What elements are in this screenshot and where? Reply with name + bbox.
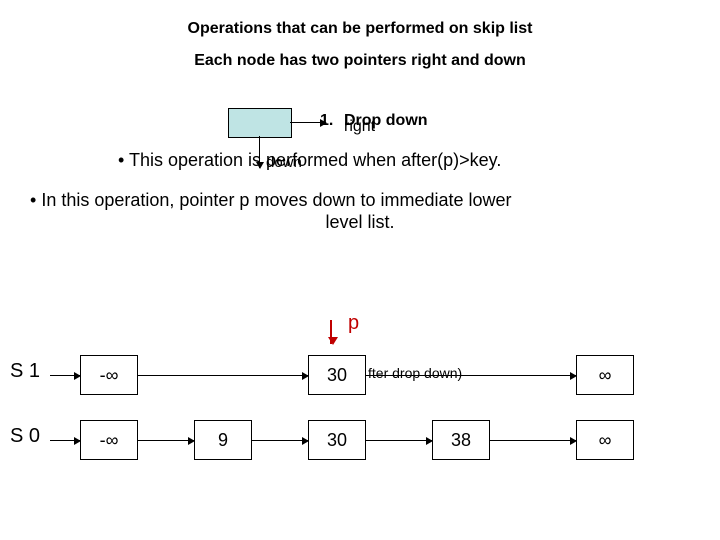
node-s1-30: 30 <box>308 355 366 395</box>
link-s1-neginf-30 <box>138 375 308 376</box>
pointer-demo-box <box>228 108 292 138</box>
link-s1-30-posinf <box>366 375 576 376</box>
node-s0-neginf: -∞ <box>80 420 138 460</box>
link-s0-to-neginf <box>50 440 80 441</box>
after-drop-down-note: fter drop down) <box>368 365 462 381</box>
bullet-2-line2: level list. <box>0 212 720 233</box>
page-title-1: Operations that can be performed on skip… <box>0 20 720 38</box>
pointer-p-label: p <box>348 312 359 335</box>
link-s0-9-30 <box>252 440 308 441</box>
bullet-2-line1: In this operation, pointer p moves down … <box>30 190 512 211</box>
right-label: right <box>344 118 375 136</box>
pointer-p-arrow <box>330 320 332 344</box>
node-s0-posinf: ∞ <box>576 420 634 460</box>
heading-number: 1. <box>320 112 333 130</box>
link-s0-neginf-9 <box>138 440 194 441</box>
node-s0-30: 30 <box>308 420 366 460</box>
link-s0-38-posinf <box>490 440 576 441</box>
bullet-1: This operation is performed when after(p… <box>118 150 501 171</box>
link-s0-30-38 <box>366 440 432 441</box>
link-s1-to-neginf <box>50 375 80 376</box>
node-s0-9: 9 <box>194 420 252 460</box>
level-label-s0: S 0 <box>10 425 40 448</box>
page-title-2: Each node has two pointers right and dow… <box>0 52 720 70</box>
node-s1-neginf: -∞ <box>80 355 138 395</box>
node-s0-38: 38 <box>432 420 490 460</box>
node-s1-posinf: ∞ <box>576 355 634 395</box>
level-label-s1: S 1 <box>10 360 40 383</box>
